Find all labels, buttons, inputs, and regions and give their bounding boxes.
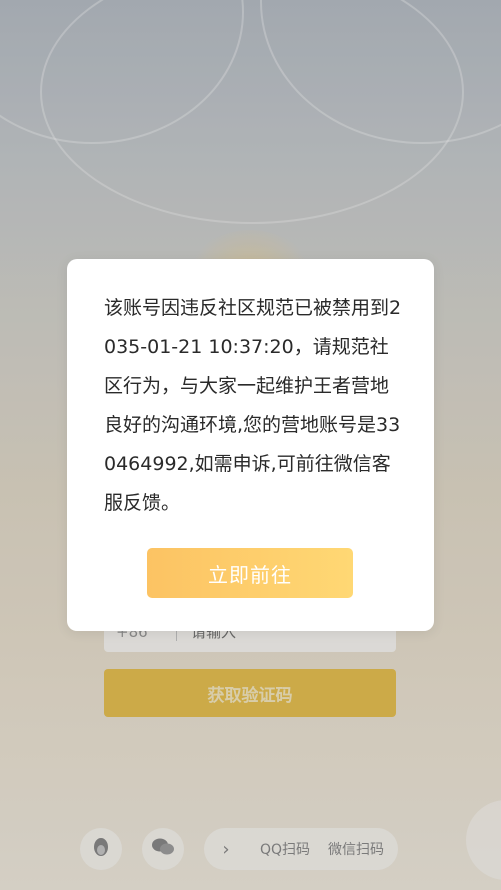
ban-notice-dialog: 该账号因违反社区规范已被禁用到2035-01-21 10:37:20，请规范社区… bbox=[67, 259, 434, 631]
go-now-button[interactable]: 立即前往 bbox=[147, 548, 353, 598]
login-screen: +86 获取验证码 › QQ扫码 微信扫码 该账号因违反社区规范已被禁用到203… bbox=[0, 0, 501, 890]
ban-notice-message: 该账号因违反社区规范已被禁用到2035-01-21 10:37:20，请规范社区… bbox=[104, 297, 402, 514]
